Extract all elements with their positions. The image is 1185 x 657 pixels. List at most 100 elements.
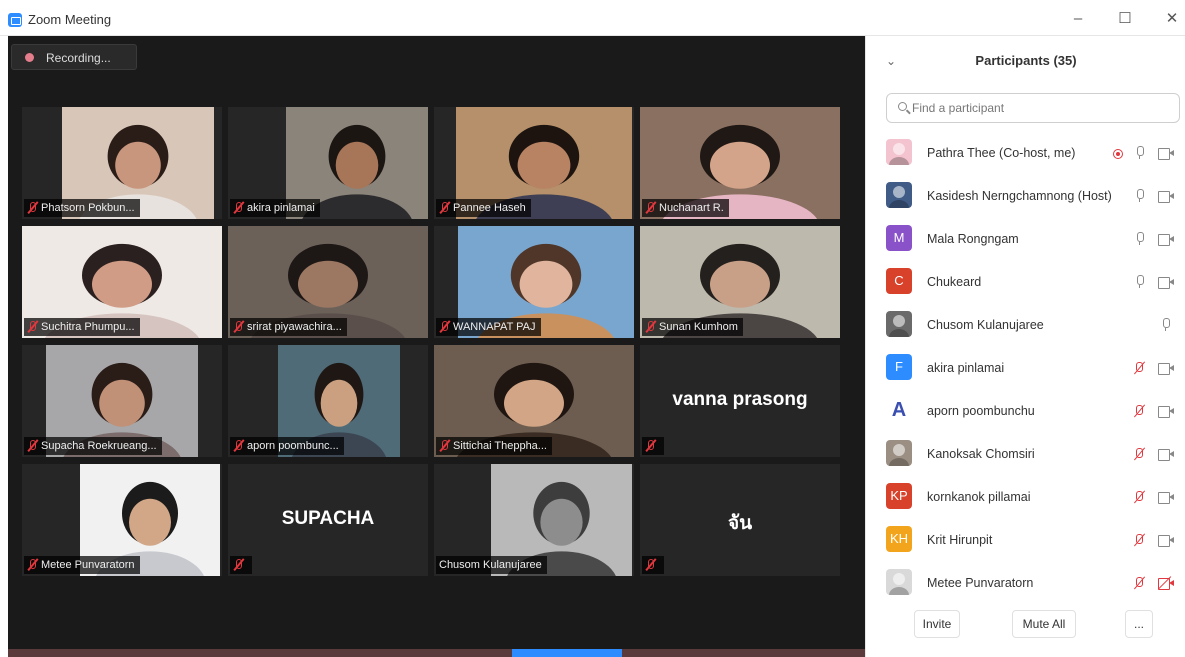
avatar xyxy=(886,569,912,595)
recording-indicator[interactable]: Recording... xyxy=(11,44,137,70)
participant-name: WANNAPAT PAJ xyxy=(453,321,536,333)
camera-icon[interactable] xyxy=(1158,406,1174,418)
participant-name: Metee Punvaratorn xyxy=(927,576,1034,590)
name-tag xyxy=(642,556,664,574)
participant-row[interactable]: Aaporn poombunchu xyxy=(866,390,1185,433)
video-tile[interactable]: srirat piyawachira... xyxy=(228,226,428,338)
muted-mic-icon[interactable] xyxy=(1133,490,1145,505)
camera-icon[interactable] xyxy=(1158,148,1174,160)
video-tile[interactable]: akira pinlamai xyxy=(228,107,428,219)
recording-icon xyxy=(1113,149,1123,159)
muted-mic-icon[interactable] xyxy=(1133,447,1145,462)
participant-name: Suchitra Phumpu... xyxy=(41,321,135,333)
participant-name: Mala Rongngam xyxy=(927,232,1019,246)
participants-footer: Invite Mute All ... xyxy=(866,610,1185,640)
camera-icon[interactable] xyxy=(1158,535,1174,547)
avatar: A xyxy=(886,397,912,423)
participant-name: kornkanok pillamai xyxy=(927,490,1031,504)
name-tag: Metee Punvaratorn xyxy=(24,556,140,574)
more-button[interactable]: ... xyxy=(1125,610,1153,638)
video-tile[interactable]: Nuchanart R. xyxy=(640,107,840,219)
name-tag: Sittichai Theppha... xyxy=(436,437,552,455)
name-tag: Pannee Haseh xyxy=(436,199,531,217)
participant-name: Sittichai Theppha... xyxy=(453,440,547,452)
close-button[interactable]: ✕ xyxy=(1157,8,1185,30)
video-tile[interactable]: Metee Punvaratorn xyxy=(22,464,222,576)
video-tile[interactable]: Chusom Kulanujaree xyxy=(434,464,634,576)
participant-row[interactable]: M Mala Rongngam xyxy=(866,218,1185,261)
muted-mic-icon xyxy=(27,558,37,572)
participant-row[interactable]: C Chukeard xyxy=(866,261,1185,304)
participant-row[interactable]: Kasidesh Nerngchamnong (Host) xyxy=(866,175,1185,218)
muted-mic-icon xyxy=(27,320,37,334)
mic-icon[interactable] xyxy=(1136,146,1144,159)
camera-icon[interactable] xyxy=(1158,234,1174,246)
participant-name: Pannee Haseh xyxy=(453,202,526,214)
participant-search-input[interactable] xyxy=(912,94,1172,122)
participant-name: Supacha Roekrueang... xyxy=(41,440,157,452)
participant-name: aporn poombunc... xyxy=(247,440,339,452)
avatar: M xyxy=(886,225,912,251)
participant-name: srirat piyawachira... xyxy=(247,321,342,333)
mute-all-button[interactable]: Mute All xyxy=(1012,610,1076,638)
muted-mic-icon xyxy=(645,439,655,453)
camera-icon[interactable] xyxy=(1158,191,1174,203)
participants-panel: ⌄ Participants (35) Pathra Thee (Co-host… xyxy=(865,36,1185,657)
video-tile[interactable]: SUPACHA xyxy=(228,464,428,576)
participant-display-name: vanna prasong xyxy=(672,389,808,410)
avatar xyxy=(886,311,912,337)
mic-icon[interactable] xyxy=(1136,232,1144,245)
camera-off-icon[interactable] xyxy=(1157,576,1174,590)
muted-mic-icon xyxy=(645,201,655,215)
name-tag: Supacha Roekrueang... xyxy=(24,437,162,455)
participant-list: Pathra Thee (Co-host, me) Kasidesh Nerngc… xyxy=(866,132,1185,605)
video-tile[interactable]: Sittichai Theppha... xyxy=(434,345,634,457)
mic-icon[interactable] xyxy=(1136,189,1144,202)
muted-mic-icon xyxy=(439,439,449,453)
zoom-logo-icon xyxy=(8,13,22,27)
mic-icon[interactable] xyxy=(1162,318,1170,331)
participant-row[interactable]: Fakira pinlamai xyxy=(866,347,1185,390)
participant-name: akira pinlamai xyxy=(927,361,1005,375)
mic-icon[interactable] xyxy=(1136,275,1144,288)
recording-dot-icon xyxy=(25,53,34,62)
video-tile[interactable]: Sunan Kumhom xyxy=(640,226,840,338)
participant-row[interactable]: Chusom Kulanujaree xyxy=(866,304,1185,347)
avatar: C xyxy=(886,268,912,294)
minimize-button[interactable]: – xyxy=(1063,8,1093,30)
video-tile[interactable]: Suchitra Phumpu... xyxy=(22,226,222,338)
muted-mic-icon[interactable] xyxy=(1133,361,1145,376)
name-tag xyxy=(642,437,664,455)
participant-row[interactable]: Pathra Thee (Co-host, me) xyxy=(866,132,1185,175)
muted-mic-icon xyxy=(27,201,37,215)
maximize-button[interactable]: ☐ xyxy=(1110,8,1140,30)
name-tag: srirat piyawachira... xyxy=(230,318,347,336)
muted-mic-icon[interactable] xyxy=(1133,576,1145,591)
camera-icon[interactable] xyxy=(1158,363,1174,375)
participant-name: Chusom Kulanujaree xyxy=(927,318,1044,332)
name-tag: WANNAPAT PAJ xyxy=(436,318,541,336)
camera-icon[interactable] xyxy=(1158,492,1174,504)
video-tile[interactable]: WANNAPAT PAJ xyxy=(434,226,634,338)
camera-icon[interactable] xyxy=(1158,449,1174,461)
video-tile[interactable]: aporn poombunc... xyxy=(228,345,428,457)
participant-row[interactable]: KH Krit Hirunpit xyxy=(866,519,1185,562)
muted-mic-icon[interactable] xyxy=(1133,533,1145,548)
participant-name: Chusom Kulanujaree xyxy=(439,559,542,571)
invite-button[interactable]: Invite xyxy=(914,610,960,638)
video-tile[interactable]: Phatsorn Pokbun... xyxy=(22,107,222,219)
video-tile[interactable]: Pannee Haseh xyxy=(434,107,634,219)
participant-row[interactable]: KP kornkanok pillamai xyxy=(866,476,1185,519)
avatar xyxy=(886,440,912,466)
participant-row[interactable]: Metee Punvaratorn xyxy=(866,562,1185,605)
camera-icon[interactable] xyxy=(1158,277,1174,289)
participant-row[interactable]: Kanoksak Chomsiri xyxy=(866,433,1185,476)
video-tile[interactable]: จัน xyxy=(640,464,840,576)
muted-mic-icon xyxy=(233,439,243,453)
video-tile[interactable]: vanna prasong xyxy=(640,345,840,457)
participant-display-name: SUPACHA xyxy=(281,508,375,529)
avatar: KP xyxy=(886,483,912,509)
window-title: Zoom Meeting xyxy=(28,12,112,27)
video-tile[interactable]: Supacha Roekrueang... xyxy=(22,345,222,457)
muted-mic-icon[interactable] xyxy=(1133,404,1145,419)
